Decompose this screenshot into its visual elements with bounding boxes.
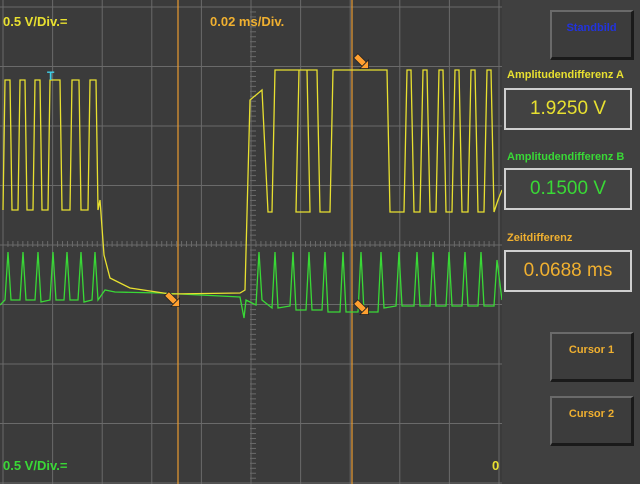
- time-difference-value: 0.0688 ms: [504, 250, 632, 292]
- cursor-2-button[interactable]: Cursor 2: [550, 396, 634, 446]
- time-difference-label: Zeitdifferenz: [507, 232, 573, 244]
- amplitude-a-label: Amplitudendifferenz A: [507, 69, 624, 81]
- amplitude-b-label: Amplitudendifferenz B: [507, 151, 625, 163]
- standbild-button[interactable]: Standbild: [550, 10, 634, 60]
- scope-plot: T: [0, 0, 502, 484]
- zero-marker: 0: [492, 458, 500, 473]
- amplitude-b-value: 0.1500 V: [504, 168, 632, 210]
- channel-a-scale: 0.5 V/Div.=: [3, 14, 68, 29]
- cursor-1-button[interactable]: Cursor 1: [550, 332, 634, 382]
- channel-b-scale: 0.5 V/Div.=: [3, 458, 68, 473]
- amplitude-a-value: 1.9250 V: [504, 88, 632, 130]
- cursor-marker-b2: [353, 299, 369, 315]
- trigger-marker: T: [47, 69, 55, 83]
- control-sidebar: Standbild Amplitudendifferenz A 1.9250 V…: [502, 0, 640, 484]
- time-scale: 0.02 ms/Div.: [210, 14, 285, 29]
- oscilloscope-screen[interactable]: T 0.5 V/Div.= 0.02 ms/Div. 0.5 V/Div.= 0: [0, 0, 502, 484]
